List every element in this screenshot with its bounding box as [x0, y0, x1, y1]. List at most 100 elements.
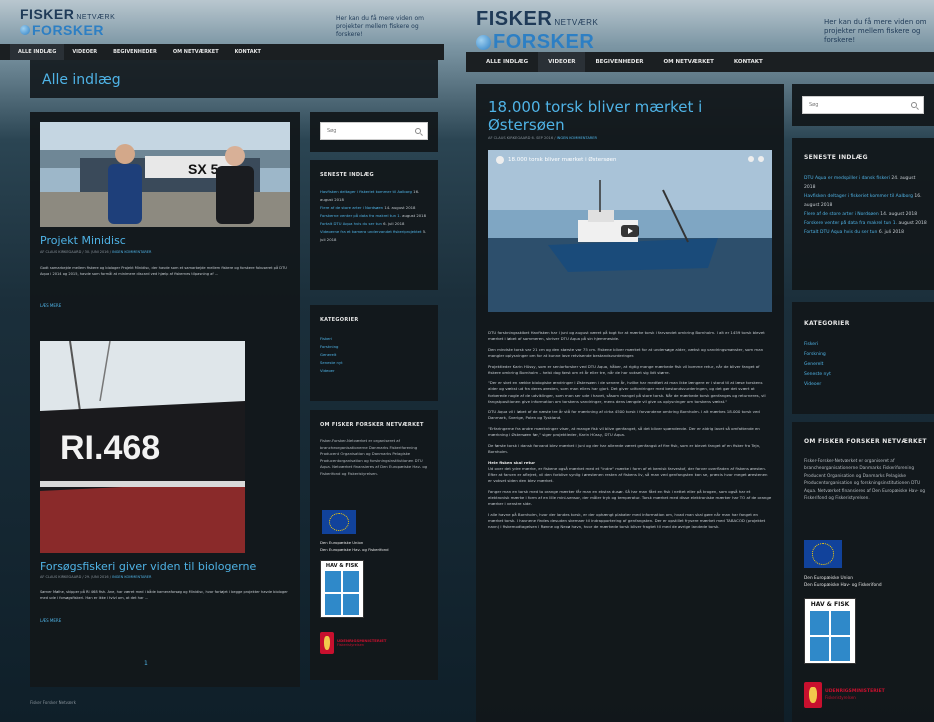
category-seneste-nyt[interactable]: Seneste nyt — [804, 370, 831, 380]
article-paragraph: I alle havne på Bornholm, hvor der lande… — [488, 511, 766, 529]
article-meta: AF CLAUS KIRKEGAARD 6. SEP 2016 / INGEN … — [488, 136, 598, 140]
category-forskning[interactable]: Forskning — [320, 343, 343, 351]
categories-widget: KATEGORIER Fiskeri Forskning Generelt Se… — [792, 302, 934, 414]
boat-number-sx5: SX 5 — [188, 161, 219, 177]
nav-about[interactable]: OM NETVÆRKET — [165, 44, 227, 60]
eu-label: Den Europæiske Union Den Europæiske Hav- … — [804, 576, 882, 588]
nav-events[interactable]: BEGIVENHEDER — [585, 52, 653, 72]
comments-link[interactable]: INGEN KOMMENTARER — [112, 250, 151, 254]
recent-post-item: DTU Aqua er medspiller i dansk fiskeri 2… — [804, 176, 916, 190]
video-player[interactable]: 18.000 torsk bliver mærket i Østersøen — [488, 150, 772, 312]
article-title: 18.000 torsk bliver mærket i Østersøen — [488, 98, 703, 134]
site-tagline: Her kan du få mere viden om projekter me… — [336, 15, 424, 38]
nav-contact[interactable]: KONTAKT — [724, 52, 773, 72]
nav-all-posts[interactable]: ALLE INDLÆG — [10, 44, 65, 60]
read-more-forsoeg[interactable]: LÆS MERE — [40, 618, 61, 623]
site-header: FISKER NETVÆRK FORSKER Her kan du få mere… — [0, 0, 444, 44]
search-input[interactable]: Søg — [802, 96, 924, 114]
category-generelt[interactable]: Generelt — [804, 360, 831, 370]
search-widget: Søg — [792, 84, 934, 126]
posts-column: SX 5 Projekt Minidisc AF CLAUS KIRKEGAAR… — [30, 112, 300, 687]
article-paragraph: DTU Aqua vil i løbet af de næste tre år … — [488, 409, 760, 421]
categories-title: KATEGORIER — [320, 317, 359, 323]
eu-flag-icon — [804, 540, 842, 568]
recent-posts-list: DTU Aqua er medspiller i dansk fiskeri 2… — [804, 174, 928, 237]
clock-icon[interactable] — [748, 156, 754, 162]
categories-title: KATEGORIER — [804, 320, 850, 327]
nav-events[interactable]: BEGIVENHEDER — [105, 44, 165, 60]
right-screen: FISKER NETVÆRK FORSKER Her kan du få mere… — [466, 0, 934, 722]
post-excerpt-forsoeg: Sørner Mølhe, skipper på RI 468 fish. An… — [40, 590, 288, 600]
recent-post-item: Havfisken deltager i fiskeriet kommer ti… — [320, 189, 420, 202]
logo-netvaerk: NETVÆRK — [554, 18, 599, 27]
article-paragraph: Den mindste torsk var 21 cm og den størs… — [488, 346, 764, 358]
recent-post-item: Fortalt DTU Aqua hvis du ser tun 6. juli… — [320, 221, 405, 226]
category-generelt[interactable]: Generelt — [320, 351, 343, 359]
page-title-bar: Alle indlæg — [30, 60, 438, 98]
recent-post-item: Fortalt DTU Aqua hvis du ser tun 6. juli… — [804, 230, 905, 235]
categories-list: Fiskeri Forskning Generelt Seneste nyt V… — [320, 335, 343, 375]
category-fiskeri[interactable]: Fiskeri — [320, 335, 343, 343]
site-logo[interactable]: FISKER NETVÆRK FORSKER — [20, 6, 115, 38]
channel-icon — [496, 156, 504, 164]
boat-number-ri468: RI.468 — [60, 429, 160, 467]
post-title-minidisc[interactable]: Projekt Minidisc — [40, 234, 126, 247]
main-nav: ALLE INDLÆG VIDEOER BEGIVENHEDER OM NETV… — [466, 52, 934, 72]
nav-all-posts[interactable]: ALLE INDLÆG — [476, 52, 538, 72]
logo-forsker: FORSKER — [32, 22, 104, 38]
about-text: Fisker-Forsker-Netværket er organiseret … — [804, 459, 926, 502]
recent-post-item: Forskere venter på data fra makrel tun 1… — [804, 221, 927, 226]
search-icon[interactable] — [911, 102, 917, 108]
read-more-minidisc[interactable]: LÆS MERE — [40, 303, 61, 308]
ministry-logo: UDENRIGSMINISTERIET Fiskeristyrelsen — [804, 682, 885, 708]
about-widget: OM FISKER FORSKER NETVÆRKET Fisker-Forsk… — [310, 410, 438, 680]
category-fiskeri[interactable]: Fiskeri — [804, 340, 831, 350]
hav-og-fisk-icons — [325, 571, 359, 615]
post-image-forsoeg[interactable]: RI.468 — [40, 341, 245, 553]
pagination-page-1[interactable]: 1 — [144, 660, 148, 667]
article-paragraph: DTU forskningsskibet Havfisken har i jun… — [488, 330, 765, 342]
recent-post-item: Flere af de store arter i Nordsøen 14. a… — [320, 205, 416, 210]
post-excerpt-minidisc: Godt samarbejde mellem fiskere og biolog… — [40, 266, 287, 276]
nav-videos[interactable]: VIDEOER — [538, 52, 586, 72]
site-logo[interactable]: FISKER NETVÆRK FORSKER — [476, 8, 598, 54]
category-videoer[interactable]: Videoer — [804, 380, 831, 390]
post-image-minidisc[interactable]: SX 5 — [40, 122, 290, 227]
category-forskning[interactable]: Forskning — [804, 350, 831, 360]
hav-og-fisk-icons — [810, 611, 850, 661]
search-widget: Søg — [310, 112, 438, 152]
fishermen-photo: SX 5 — [40, 122, 290, 227]
logo-forsker: FORSKER — [493, 31, 595, 53]
recent-post-item: Forskerne venter på data fra makrel tun … — [320, 213, 427, 218]
search-input[interactable]: Søg — [320, 122, 428, 140]
recent-posts-widget: SENESTE INDLÆG Havfisken deltager i fisk… — [310, 160, 438, 290]
crown-crest-icon — [804, 682, 822, 708]
about-text: Fisker-Forsker-Netværket er organiseret … — [320, 438, 428, 476]
eu-label: Den Europæiske Union Den Europæiske Hav- … — [320, 540, 389, 552]
search-icon[interactable] — [415, 128, 421, 134]
share-icon[interactable] — [758, 156, 764, 162]
site-header: FISKER NETVÆRK FORSKER Her kan du få mere… — [466, 0, 934, 54]
recent-post-item: Videoerne fra et kamera undervandet fisk… — [320, 229, 427, 242]
logo-fisker: FISKER — [20, 6, 75, 22]
post-meta-forsoeg: AF CLAUS KIRKEGAARD / 29. JUNI 2016 / IN… — [40, 575, 152, 579]
recent-posts-title: SENESTE INDLÆG — [804, 154, 868, 161]
footer-text: Fisker Forsker Netværk — [30, 700, 76, 705]
nav-contact[interactable]: KONTAKT — [227, 44, 269, 60]
comments-link[interactable]: INGEN KOMMENTARER — [557, 136, 597, 140]
nav-videos[interactable]: VIDEOER — [64, 44, 105, 60]
video-title: 18.000 torsk bliver mærket i Østersøen — [496, 156, 616, 164]
play-button[interactable] — [621, 225, 639, 237]
comments-link[interactable]: INGEN KOMMENTARER — [112, 575, 151, 579]
article-paragraph: "Erfaringerne fra andre mærkninger viser… — [488, 426, 760, 438]
about-widget: OM FISKER FORSKER NETVÆRKET Fisker-Forsk… — [792, 422, 934, 722]
category-seneste-nyt[interactable]: Seneste nyt — [320, 359, 343, 367]
post-title-forsoeg[interactable]: Forsøgsfiskeri giver viden til biologern… — [40, 560, 256, 573]
article-body: DTU forskningsskibet Havfisken har i jun… — [488, 330, 772, 534]
about-title: OM FISKER FORSKER NETVÆRKET — [804, 438, 927, 445]
nav-about[interactable]: OM NETVÆRKET — [653, 52, 723, 72]
eu-flag-icon — [322, 510, 356, 534]
category-videoer[interactable]: Videoer — [320, 367, 343, 375]
recent-posts-widget: SENESTE INDLÆG DTU Aqua er medspiller i … — [792, 138, 934, 290]
article-paragraph: Projektleder Karin Hüssy, som er seniorf… — [488, 363, 760, 375]
